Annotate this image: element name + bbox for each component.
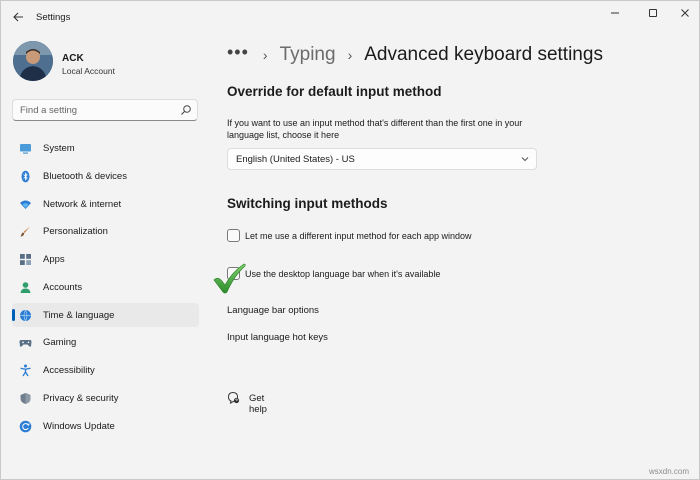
sidebar-item-label: System <box>43 143 75 154</box>
get-help-label[interactable]: Get help <box>249 393 267 415</box>
chevron-down-icon <box>521 157 529 162</box>
gamepad-icon <box>19 336 32 349</box>
user-name: ACK <box>62 53 84 64</box>
switching-section-title: Switching input methods <box>227 196 388 211</box>
dropdown-selected-value: English (United States) - US <box>236 154 355 165</box>
globe-clock-icon <box>19 309 32 322</box>
sidebar-item-time-language[interactable]: Time & language <box>12 302 199 327</box>
window-title: Settings <box>36 12 71 23</box>
sidebar-item-personalization[interactable]: Personalization <box>12 219 199 243</box>
sidebar-item-label: Apps <box>43 254 65 265</box>
per-app-input-label[interactable]: Let me use a different input method for … <box>245 231 471 241</box>
sidebar-item-gaming[interactable]: Gaming <box>12 330 199 354</box>
person-icon <box>19 281 32 294</box>
sidebar-item-label: Accessibility <box>43 365 95 376</box>
chevron-right-icon: › <box>347 47 353 63</box>
input-method-dropdown[interactable]: English (United States) - US <box>227 148 537 170</box>
close-icon <box>681 9 689 17</box>
sidebar-item-accounts[interactable]: Accounts <box>12 275 199 299</box>
maximize-icon <box>649 9 657 17</box>
sidebar-item-system[interactable]: System <box>12 136 199 160</box>
sidebar-item-label: Network & internet <box>43 198 122 210</box>
sidebar-item-windows-update[interactable]: Windows Update <box>12 414 199 438</box>
brush-icon <box>19 225 32 238</box>
title-bar: Settings <box>1 1 699 33</box>
override-description: If you want to use an input method that'… <box>227 118 523 140</box>
sidebar-item-label: Time & language <box>43 309 115 321</box>
maximize-button[interactable] <box>637 5 669 21</box>
monitor-icon <box>19 142 32 155</box>
sidebar-item-label: Accounts <box>43 281 83 293</box>
sidebar-item-privacy[interactable]: Privacy & security <box>12 386 199 410</box>
watermark: wsxdn.com <box>649 467 690 476</box>
language-bar-label[interactable]: Use the desktop language bar when it's a… <box>245 269 440 279</box>
breadcrumb-typing-link[interactable]: Typing <box>280 44 336 66</box>
settings-window: Settings ACK Local Account Find a settin… <box>0 0 700 480</box>
per-app-input-checkbox[interactable] <box>227 229 240 242</box>
language-bar-options-link[interactable]: Language bar options <box>227 305 319 316</box>
sidebar-item-label: Personalization <box>43 226 108 238</box>
account-type: Local Account <box>62 66 115 76</box>
help-icon <box>227 391 240 404</box>
back-arrow-icon <box>12 12 23 22</box>
avatar[interactable] <box>13 41 53 81</box>
accessibility-icon <box>19 364 32 377</box>
user-photo-icon <box>13 41 53 81</box>
minimize-button[interactable] <box>599 5 631 21</box>
apps-icon <box>19 253 32 266</box>
sidebar-item-accessibility[interactable]: Accessibility <box>12 358 199 382</box>
override-section-title: Override for default input method <box>227 84 442 99</box>
shield-icon <box>19 392 32 405</box>
sidebar-item-label: Windows Update <box>43 420 115 432</box>
search-box[interactable] <box>12 99 198 121</box>
sidebar-item-apps[interactable]: Apps <box>12 247 199 271</box>
minimize-icon <box>611 12 619 14</box>
sidebar-item-bluetooth[interactable]: Bluetooth & devices <box>12 164 199 188</box>
page-title: Advanced keyboard settings <box>364 44 603 65</box>
back-button[interactable] <box>9 9 27 25</box>
input-language-hotkeys-link[interactable]: Input language hot keys <box>227 332 328 343</box>
sidebar-item-label: Gaming <box>43 337 77 349</box>
sidebar-item-label: Bluetooth & devices <box>43 170 127 182</box>
search-icon[interactable] <box>180 104 192 116</box>
sidebar-item-label: Privacy & security <box>43 392 119 404</box>
sidebar-nav: System Bluetooth & devices Network & int… <box>12 136 199 441</box>
sidebar-item-network[interactable]: Network & internet <box>12 192 199 216</box>
bluetooth-icon <box>19 170 32 183</box>
search-input[interactable] <box>20 103 170 118</box>
breadcrumb-more-button[interactable]: ••• <box>227 42 249 63</box>
chevron-right-icon: › <box>262 47 268 63</box>
breadcrumb: ••• › Typing › Advanced keyboard setting… <box>227 41 603 69</box>
green-checkmark-icon <box>213 263 246 294</box>
update-icon <box>19 420 32 433</box>
wifi-icon <box>19 198 32 211</box>
close-button[interactable] <box>669 5 700 21</box>
